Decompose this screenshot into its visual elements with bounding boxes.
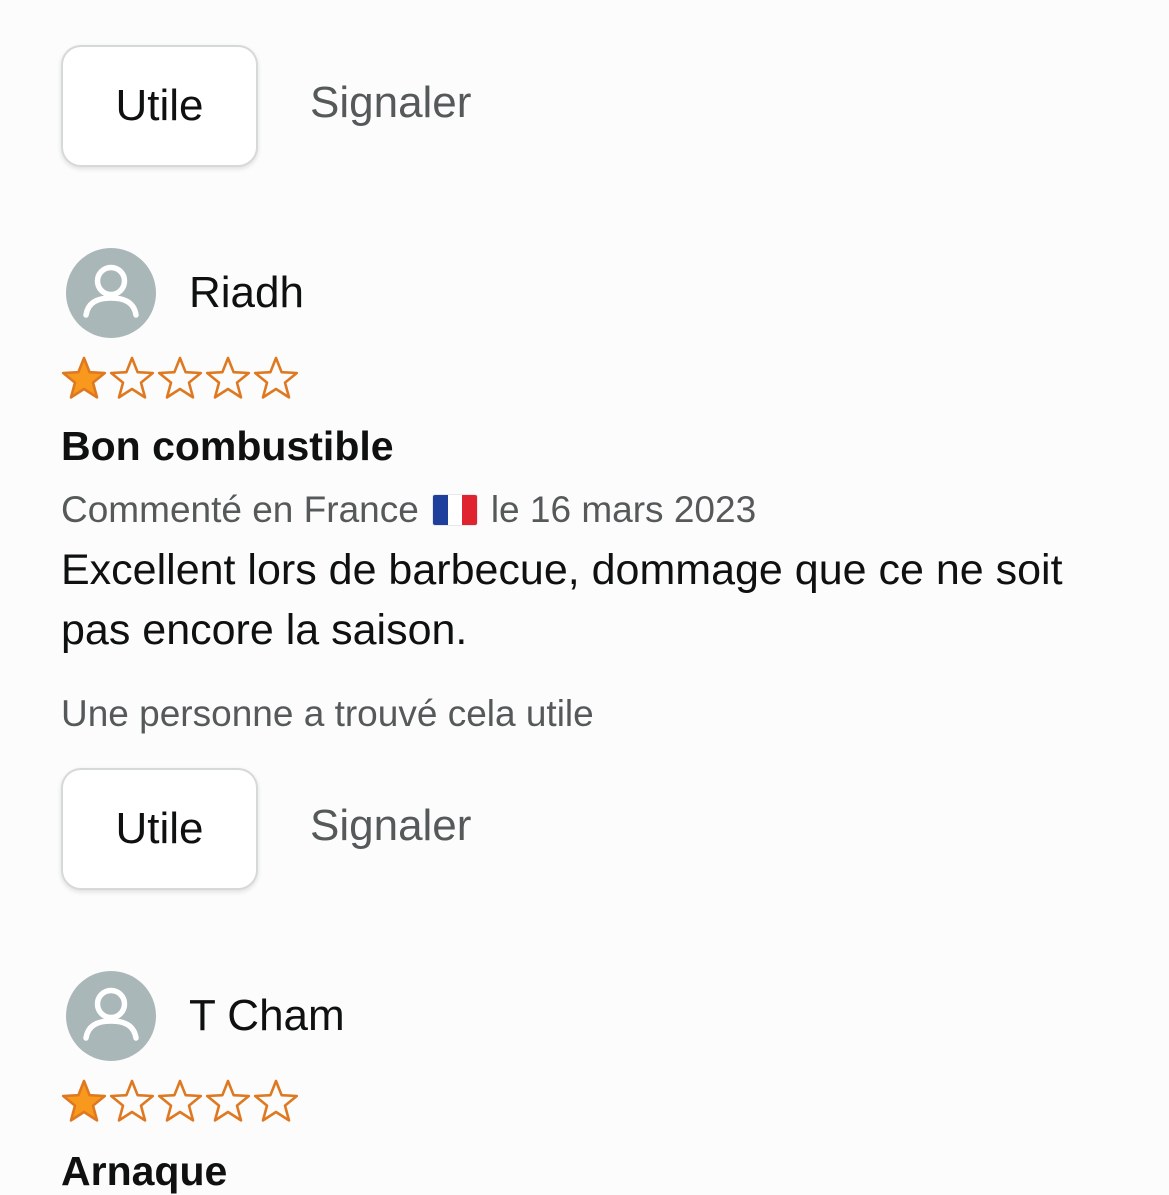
review-body: Excellent lors de barbecue, dommage que … <box>61 546 1063 654</box>
star-empty-icon <box>205 1079 251 1122</box>
helpful-count: Une personne a trouvé cela utile <box>61 693 594 734</box>
star-empty-icon <box>157 356 203 399</box>
report-link[interactable]: Signaler <box>310 78 471 128</box>
avatar <box>66 248 156 338</box>
star-empty-icon <box>253 1079 299 1122</box>
france-flag-icon <box>432 495 477 525</box>
reviewer-name: Riadh <box>189 268 304 317</box>
star-empty-icon <box>109 356 155 399</box>
star-filled-icon <box>61 356 107 399</box>
star-filled-icon <box>61 1079 107 1122</box>
star-empty-icon <box>253 356 299 399</box>
star-empty-icon <box>157 1079 203 1122</box>
reviewer-name: T Cham <box>189 991 345 1040</box>
star-rating <box>60 1078 300 1124</box>
review-date: le 16 mars 2023 <box>490 489 757 530</box>
review-title: Arnaque <box>61 1148 228 1194</box>
star-empty-icon <box>109 1079 155 1122</box>
helpful-button[interactable]: Utile <box>61 45 258 167</box>
review-title: Bon combustible <box>61 423 394 469</box>
star-empty-icon <box>205 356 251 399</box>
avatar <box>66 971 156 1061</box>
user-icon <box>83 987 139 1041</box>
star-rating <box>60 355 300 401</box>
review-meta: Commenté en France le 16 mars 2023 <box>61 489 756 531</box>
report-link[interactable]: Signaler <box>310 801 471 851</box>
helpful-button[interactable]: Utile <box>61 768 258 890</box>
user-icon <box>83 264 139 318</box>
review-origin: Commenté en France <box>61 489 419 530</box>
